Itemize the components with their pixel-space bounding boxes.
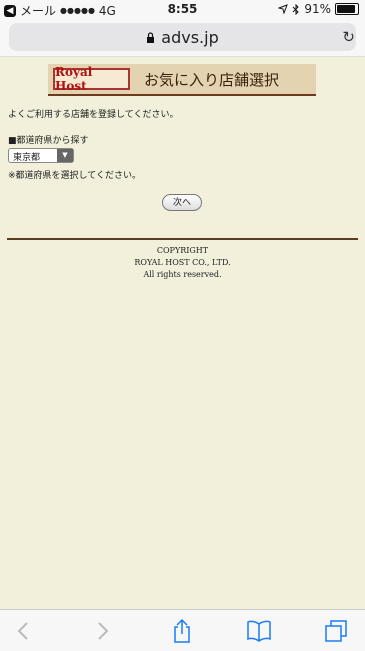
back-icon[interactable] [8,618,38,644]
copyright-line3: All rights reserved. [143,270,222,279]
forward-icon[interactable] [88,618,118,644]
location-icon [278,4,289,14]
battery-percent: 91% [304,2,331,16]
select-hint: ※都道府県を選択してください。 [8,171,142,181]
bluetooth-icon [292,3,300,15]
tabs-icon[interactable] [321,618,351,644]
bookmarks-icon[interactable] [244,618,274,644]
footer: COPYRIGHT ROYAL HOST CO., LTD. All right… [0,245,365,281]
chevron-down-icon: ▼ [57,149,73,162]
lock-icon [147,31,155,43]
select-value: 東京都 [13,153,41,163]
prefecture-search-label: ■都道府県から探す [8,136,89,146]
copyright-line2: ROYAL HOST CO., LTD. [134,258,231,267]
prefecture-select[interactable]: 東京都 ▼ [8,148,74,163]
url-field[interactable]: advs.jp [9,23,356,51]
battery-icon [335,3,359,15]
status-right: 91% [278,2,359,16]
reload-icon[interactable]: ↻ [342,28,355,46]
safari-toolbar [0,609,365,651]
page-title: お気に入り店舗選択 [144,70,280,89]
royal-host-logo: Royal Host [53,65,130,93]
next-button[interactable]: 次へ [162,194,202,211]
footer-divider [7,238,358,240]
intro-text: よくご利用する店舗を登録してください。 [8,110,179,120]
url-domain: advs.jp [161,27,219,47]
copyright-line1: COPYRIGHT [156,246,209,255]
status-bar: ◀ メール ●●●●● 4G 8:55 91% [0,0,365,20]
share-icon[interactable] [167,618,197,644]
safari-address-bar: advs.jp ↻ [0,20,365,57]
header-banner: Royal Host お気に入り店舗選択 [48,64,316,96]
